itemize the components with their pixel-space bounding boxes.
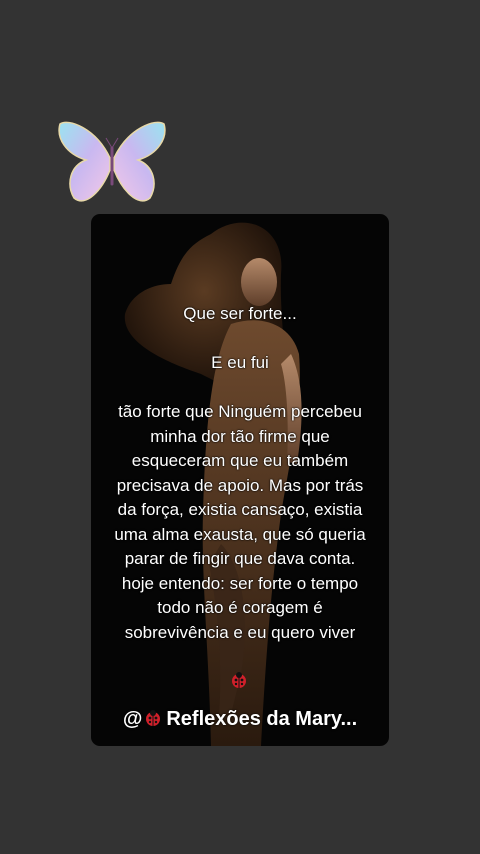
second-line: E eu fui [211, 353, 269, 372]
story-card: Que ser forte... E eu fui tão forte que … [91, 214, 389, 746]
author-name[interactable]: Reflexões da Mary... [166, 708, 357, 730]
credit-line: @ Reflexões da Mary... [91, 706, 389, 732]
butterfly-sticker-icon [56, 118, 168, 210]
story-paragraph: tão forte que Ninguém percebeu minha dor… [114, 402, 366, 642]
at-sign: @ [122, 708, 143, 730]
ladybug-icon [144, 707, 162, 726]
ladybug-icon [230, 672, 248, 688]
opening-line: Que ser forte... [183, 304, 297, 323]
